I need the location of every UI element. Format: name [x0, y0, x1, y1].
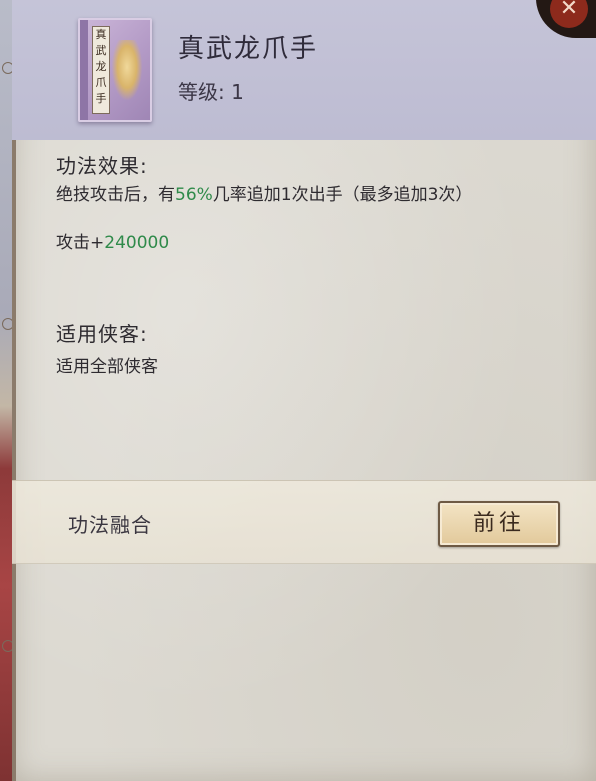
level-value: 1: [231, 80, 244, 104]
skill-name: 真武龙爪手: [178, 34, 319, 64]
goto-button[interactable]: 前往: [438, 501, 560, 547]
effect-description: 绝技攻击后，有56%几率追加1次出手（最多追加3次）: [56, 184, 556, 206]
effect-chance: 56%: [175, 185, 213, 205]
close-icon: ✕: [550, 0, 588, 28]
attack-value: 240000: [104, 233, 170, 253]
applicable-title: 适用侠客:: [56, 322, 148, 346]
book-title-label: 真武龙爪手: [92, 26, 110, 114]
effect-title: 功法效果:: [56, 154, 148, 178]
book-figure: [112, 40, 142, 100]
effect-text-prefix: 绝技攻击后，有: [56, 185, 175, 205]
attack-label: 攻击+: [56, 233, 105, 253]
skill-header: 真武龙爪手 真武龙爪手 等级: 1: [12, 0, 596, 140]
skill-level: 等级: 1: [178, 76, 244, 105]
fusion-label: 功法融合: [68, 513, 152, 537]
applicable-text: 适用全部侠客: [56, 357, 158, 377]
fusion-row: 功法融合 前往: [12, 480, 596, 564]
book-spine: [80, 20, 88, 120]
skill-detail-panel: 真武龙爪手 真武龙爪手 等级: 1 功法效果: 绝技攻击后，有56%几率追加1次…: [12, 0, 596, 781]
attack-bonus: 攻击+240000: [56, 232, 169, 254]
skill-book-icon: 真武龙爪手: [78, 18, 152, 122]
level-label: 等级:: [178, 80, 225, 104]
effect-text-suffix: 几率追加1次出手（最多追加3次）: [212, 185, 473, 205]
